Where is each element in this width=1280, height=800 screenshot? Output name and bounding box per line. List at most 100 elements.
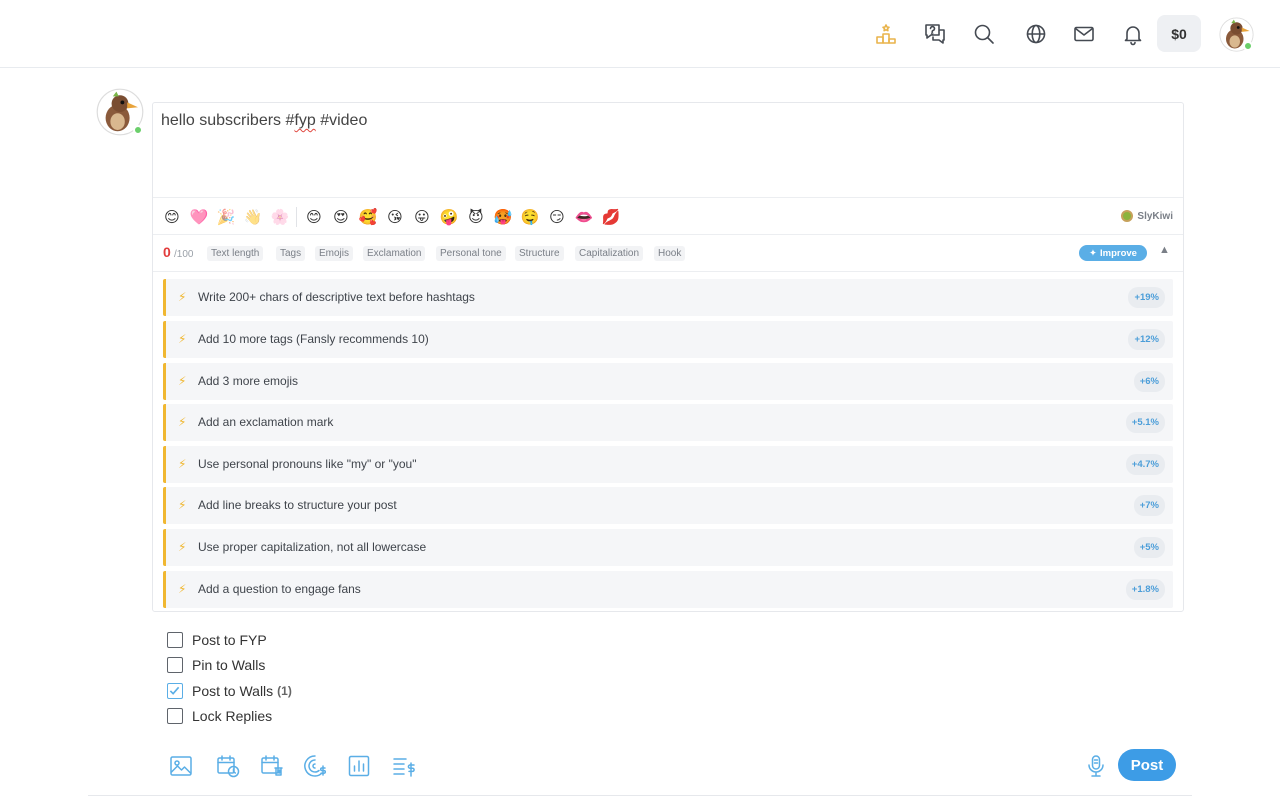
leaderboard-icon[interactable] <box>871 19 901 49</box>
suggestion-item[interactable]: ⚡ Add line breaks to structure your post… <box>163 487 1173 524</box>
lock-replies-checkbox[interactable] <box>167 708 183 724</box>
suggestion-item[interactable]: ⚡ Use personal pronouns like "my" or "yo… <box>163 446 1173 483</box>
suggestion-gain: +1.8% <box>1125 579 1165 600</box>
post-to-fyp-checkbox[interactable] <box>167 632 183 648</box>
tip-goal-icon[interactable] <box>300 751 330 781</box>
author-online-dot <box>133 125 143 135</box>
emoji-devil[interactable]: 😈 <box>466 207 486 227</box>
emoji-wave[interactable]: 👋 <box>243 207 263 227</box>
suggestion-text: Use personal pronouns like "my" or "you" <box>198 457 417 471</box>
schedule-icon[interactable] <box>213 751 243 781</box>
help-chat-icon[interactable] <box>920 19 950 49</box>
improve-button[interactable]: ✦ Improve <box>1079 245 1147 261</box>
post-to-walls-option[interactable]: Post to Walls (1) <box>167 681 292 701</box>
sparkle-icon: ✦ <box>1089 247 1097 259</box>
emoji-lips[interactable]: 👄 <box>574 207 594 227</box>
lightning-icon: ⚡ <box>178 457 187 471</box>
suggestion-gain: +5% <box>1133 537 1165 558</box>
suggestion-text: Use proper capitalization, not all lower… <box>198 540 427 554</box>
suggestion-item[interactable]: ⚡ Add 10 more tags (Fansly recommends 10… <box>163 321 1173 358</box>
pin-to-walls-checkbox[interactable] <box>167 657 183 673</box>
post-to-fyp-label: Post to FYP <box>192 632 267 648</box>
lock-replies-label: Lock Replies <box>192 708 273 724</box>
pin-to-walls-option[interactable]: Pin to Walls <box>167 655 265 675</box>
chip-hook: Hook <box>654 246 686 261</box>
lightning-icon: ⚡ <box>178 415 187 429</box>
suggestion-text: Add 10 more tags (Fansly recommends 10) <box>198 332 429 346</box>
emoji-kiss-face[interactable]: 😘 <box>385 207 405 227</box>
emoji-smirk[interactable]: 😏 <box>547 207 567 227</box>
suggestion-gain: +4.7% <box>1125 454 1165 475</box>
brand-name: SlyKiwi <box>1137 210 1173 222</box>
post-text-part: hello subscribers # <box>161 112 295 129</box>
chip-personal-tone: Personal tone <box>436 246 506 261</box>
chip-capitalization: Capitalization <box>575 246 644 261</box>
misspelled-word: fyp <box>294 112 316 129</box>
score-max: /100 <box>174 249 194 260</box>
suggestion-item[interactable]: ⚡ Use proper capitalization, not all low… <box>163 529 1173 566</box>
emoji-pink-heart[interactable]: 🩷 <box>189 207 209 227</box>
score-bar: 0 /100 Text length Tags Emojis Exclamati… <box>153 235 1183 272</box>
post-to-walls-count: (1) <box>277 684 292 698</box>
mail-icon[interactable] <box>1069 19 1099 49</box>
post-text-input[interactable]: hello subscribers #fyp #video <box>161 112 367 130</box>
suggestion-text: Add an exclamation mark <box>198 415 334 429</box>
emoji-smile[interactable]: 😊 <box>162 207 182 227</box>
balance-amount: $0 <box>1171 25 1187 42</box>
lightning-icon: ⚡ <box>178 540 187 554</box>
suggestion-item[interactable]: ⚡ Add a question to engage fans +1.8% <box>163 571 1173 608</box>
emoji-smiling-hearts[interactable]: 🥰 <box>358 207 378 227</box>
lightning-icon: ⚡ <box>178 290 187 304</box>
emoji-bar: 😊 🩷 🎉 👋 🌸 😊 😍 🥰 😘 😛 🤪 😈 🥵 🤤 😏 👄 💋 SlyKiw… <box>153 197 1183 235</box>
chip-exclamation: Exclamation <box>363 246 426 261</box>
post-to-walls-label: Post to Walls <box>192 683 274 699</box>
emoji-party[interactable]: 🎉 <box>216 207 236 227</box>
emoji-zany[interactable]: 🤪 <box>439 207 459 227</box>
emoji-drooling[interactable]: 🤤 <box>520 207 540 227</box>
post-to-fyp-option[interactable]: Post to FYP <box>167 630 267 650</box>
pin-to-walls-label: Pin to Walls <box>192 657 266 673</box>
lightning-icon: ⚡ <box>178 332 187 346</box>
post-to-walls-checkbox[interactable] <box>167 683 183 699</box>
chip-emojis: Emojis <box>315 246 354 261</box>
emoji-hot-face[interactable]: 🥵 <box>493 207 513 227</box>
chip-tags: Tags <box>276 246 306 261</box>
emoji-blossom[interactable]: 🌸 <box>270 207 290 227</box>
suggestion-item[interactable]: ⚡ Write 200+ chars of descriptive text b… <box>163 279 1173 316</box>
suggestion-gain: +7% <box>1133 495 1165 516</box>
suggestion-gain: +5.1% <box>1125 412 1165 433</box>
suggestion-text: Add 3 more emojis <box>198 374 299 388</box>
post-text-part: #video <box>315 112 368 129</box>
collapse-icon[interactable]: ▲ <box>1159 244 1170 256</box>
poll-icon[interactable] <box>344 751 374 781</box>
score-value: 0 <box>163 244 171 260</box>
suggestion-text: Add line breaks to structure your post <box>198 498 397 512</box>
image-icon[interactable] <box>166 751 196 781</box>
wallet-balance-button[interactable]: $0 <box>1157 15 1201 52</box>
top-bar: $0 <box>0 0 1280 68</box>
emoji-kiss-mark[interactable]: 💋 <box>601 207 621 227</box>
bell-icon[interactable] <box>1118 19 1148 49</box>
globe-icon[interactable] <box>1021 19 1051 49</box>
chip-text-length: Text length <box>207 246 264 261</box>
microphone-icon[interactable] <box>1081 751 1111 781</box>
check-icon <box>169 686 180 695</box>
post-button[interactable]: Post <box>1118 749 1176 781</box>
chip-structure: Structure <box>515 246 564 261</box>
suggestion-item[interactable]: ⚡ Add 3 more emojis +6% <box>163 363 1173 400</box>
emoji-smile-2[interactable]: 😊 <box>304 207 324 227</box>
expire-calendar-icon[interactable] <box>257 751 287 781</box>
suggestion-item[interactable]: ⚡ Add an exclamation mark +5.1% <box>163 404 1173 441</box>
emoji-tongue[interactable]: 😛 <box>412 207 432 227</box>
improve-label: Improve <box>1100 247 1137 259</box>
lock-replies-option[interactable]: Lock Replies <box>167 706 272 726</box>
suggestion-text: Write 200+ chars of descriptive text bef… <box>198 290 475 304</box>
price-list-icon[interactable] <box>389 751 419 781</box>
lightning-icon: ⚡ <box>178 582 187 596</box>
search-icon[interactable] <box>969 19 999 49</box>
post-composer: hello subscribers #fyp #video 😊 🩷 🎉 👋 🌸 … <box>152 102 1184 612</box>
emoji-divider <box>296 207 297 227</box>
emoji-heart-eyes[interactable]: 😍 <box>331 207 351 227</box>
bottom-divider <box>88 795 1192 796</box>
lightning-icon: ⚡ <box>178 498 187 512</box>
